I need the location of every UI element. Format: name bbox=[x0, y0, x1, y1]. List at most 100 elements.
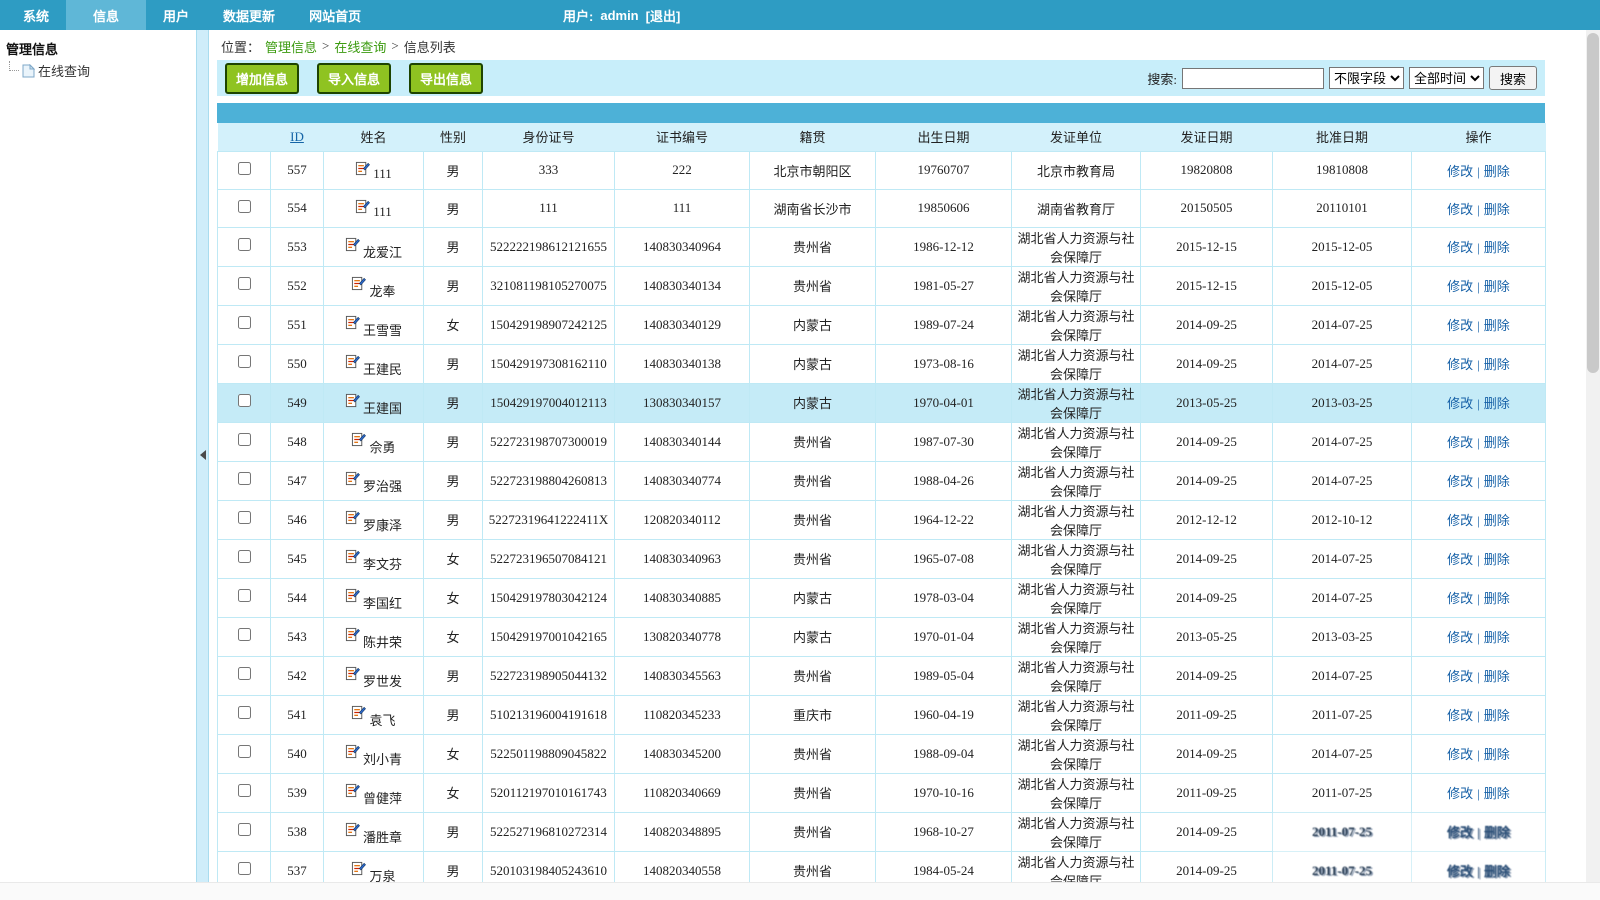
row-checkbox[interactable] bbox=[238, 745, 251, 758]
search-input[interactable] bbox=[1182, 68, 1324, 89]
edit-link[interactable]: 修改 bbox=[1447, 396, 1473, 411]
nav-item-user[interactable]: 用户 bbox=[146, 0, 206, 30]
row-checkbox[interactable] bbox=[238, 316, 251, 329]
edit-link[interactable]: 修改 bbox=[1447, 825, 1473, 840]
delete-link[interactable]: 删除 bbox=[1484, 786, 1510, 801]
field-select[interactable]: 不限字段 bbox=[1329, 67, 1404, 89]
edit-link[interactable]: 修改 bbox=[1447, 435, 1473, 450]
export-info-button[interactable]: 导出信息 bbox=[409, 63, 483, 94]
edit-doc-icon[interactable] bbox=[351, 705, 366, 720]
edit-doc-icon[interactable] bbox=[351, 861, 366, 876]
edit-doc-icon[interactable] bbox=[345, 783, 360, 798]
edit-doc-icon[interactable] bbox=[351, 276, 366, 291]
search-button[interactable]: 搜索 bbox=[1489, 66, 1537, 90]
row-checkbox[interactable] bbox=[238, 706, 251, 719]
edit-link[interactable]: 修改 bbox=[1447, 357, 1473, 372]
nav-item-data-update[interactable]: 数据更新 bbox=[206, 0, 292, 30]
nav-item-system[interactable]: 系统 bbox=[6, 0, 66, 30]
delete-link[interactable]: 删除 bbox=[1484, 202, 1510, 217]
row-checkbox[interactable] bbox=[238, 628, 251, 641]
edit-doc-icon[interactable] bbox=[345, 510, 360, 525]
edit-doc-icon[interactable] bbox=[345, 627, 360, 642]
nav-item-site-home[interactable]: 网站首页 bbox=[292, 0, 378, 30]
edit-link[interactable]: 修改 bbox=[1447, 279, 1473, 294]
logout-link[interactable]: [退出] bbox=[646, 6, 681, 25]
row-checkbox[interactable] bbox=[238, 238, 251, 251]
delete-link[interactable]: 删除 bbox=[1484, 708, 1510, 723]
add-info-button[interactable]: 增加信息 bbox=[225, 63, 299, 94]
row-checkbox[interactable] bbox=[238, 162, 251, 175]
row-checkbox[interactable] bbox=[238, 511, 251, 524]
collapse-sidebar-icon[interactable] bbox=[200, 450, 206, 460]
sidebar-item-online-query[interactable]: 在线查询 bbox=[9, 61, 190, 80]
delete-link[interactable]: 删除 bbox=[1484, 747, 1510, 762]
row-checkbox[interactable] bbox=[238, 394, 251, 407]
delete-link[interactable]: 删除 bbox=[1484, 630, 1510, 645]
edit-doc-icon[interactable] bbox=[345, 822, 360, 837]
vertical-scrollbar[interactable] bbox=[1586, 30, 1600, 883]
delete-link[interactable]: 删除 bbox=[1484, 279, 1510, 294]
vertical-scrollbar-thumb[interactable] bbox=[1587, 33, 1599, 373]
edit-link[interactable]: 修改 bbox=[1447, 669, 1473, 684]
edit-doc-icon[interactable] bbox=[345, 354, 360, 369]
row-birth-cell: 1989-07-24 bbox=[876, 305, 1012, 344]
delete-link[interactable]: 删除 bbox=[1484, 396, 1510, 411]
delete-link[interactable]: 删除 bbox=[1484, 825, 1510, 840]
edit-link[interactable]: 修改 bbox=[1447, 708, 1473, 723]
row-checkbox[interactable] bbox=[238, 472, 251, 485]
delete-link[interactable]: 删除 bbox=[1484, 474, 1510, 489]
delete-link[interactable]: 删除 bbox=[1484, 164, 1510, 179]
edit-link[interactable]: 修改 bbox=[1447, 747, 1473, 762]
breadcrumb-link-online-query[interactable]: 在线查询 bbox=[334, 37, 386, 56]
edit-doc-icon[interactable] bbox=[351, 432, 366, 447]
delete-link[interactable]: 删除 bbox=[1484, 513, 1510, 528]
edit-doc-icon[interactable] bbox=[345, 315, 360, 330]
nav-item-info[interactable]: 信息 bbox=[66, 0, 146, 30]
row-checkbox[interactable] bbox=[238, 433, 251, 446]
edit-doc-icon[interactable] bbox=[355, 161, 370, 176]
row-checkbox[interactable] bbox=[238, 200, 251, 213]
row-checkbox[interactable] bbox=[238, 667, 251, 680]
delete-link[interactable]: 删除 bbox=[1484, 357, 1510, 372]
header-id-sort-link[interactable]: ID bbox=[290, 129, 304, 144]
delete-link[interactable]: 删除 bbox=[1484, 552, 1510, 567]
delete-link[interactable]: 删除 bbox=[1484, 435, 1510, 450]
delete-link[interactable]: 删除 bbox=[1484, 864, 1510, 879]
edit-link[interactable]: 修改 bbox=[1447, 513, 1473, 528]
row-checkbox[interactable] bbox=[238, 823, 251, 836]
breadcrumb-link-manage-info[interactable]: 管理信息 bbox=[265, 37, 317, 56]
row-checkbox[interactable] bbox=[238, 355, 251, 368]
edit-link[interactable]: 修改 bbox=[1447, 240, 1473, 255]
row-id-cell: 548 bbox=[271, 422, 324, 461]
edit-link[interactable]: 修改 bbox=[1447, 630, 1473, 645]
edit-link[interactable]: 修改 bbox=[1447, 318, 1473, 333]
row-checkbox[interactable] bbox=[238, 277, 251, 290]
edit-link[interactable]: 修改 bbox=[1447, 202, 1473, 217]
edit-doc-icon[interactable] bbox=[345, 588, 360, 603]
row-checkbox[interactable] bbox=[238, 589, 251, 602]
delete-link[interactable]: 删除 bbox=[1484, 318, 1510, 333]
edit-doc-icon[interactable] bbox=[345, 549, 360, 564]
delete-link[interactable]: 删除 bbox=[1484, 669, 1510, 684]
edit-link[interactable]: 修改 bbox=[1447, 552, 1473, 567]
row-checkbox[interactable] bbox=[238, 550, 251, 563]
edit-doc-icon[interactable] bbox=[345, 393, 360, 408]
edit-doc-icon[interactable] bbox=[355, 199, 370, 214]
delete-link[interactable]: 删除 bbox=[1484, 240, 1510, 255]
edit-link[interactable]: 修改 bbox=[1447, 786, 1473, 801]
edit-doc-icon[interactable] bbox=[345, 744, 360, 759]
edit-doc-icon[interactable] bbox=[345, 237, 360, 252]
edit-doc-icon[interactable] bbox=[345, 471, 360, 486]
import-info-button[interactable]: 导入信息 bbox=[317, 63, 391, 94]
table-title-strip bbox=[217, 103, 1545, 123]
row-checkbox[interactable] bbox=[238, 862, 251, 875]
edit-link[interactable]: 修改 bbox=[1447, 591, 1473, 606]
edit-doc-icon[interactable] bbox=[345, 666, 360, 681]
row-checkbox[interactable] bbox=[238, 784, 251, 797]
delete-link[interactable]: 删除 bbox=[1484, 591, 1510, 606]
sidebar-splitter[interactable] bbox=[196, 30, 209, 882]
edit-link[interactable]: 修改 bbox=[1447, 474, 1473, 489]
time-select[interactable]: 全部时间 bbox=[1409, 67, 1484, 89]
edit-link[interactable]: 修改 bbox=[1447, 164, 1473, 179]
edit-link[interactable]: 修改 bbox=[1447, 864, 1473, 879]
